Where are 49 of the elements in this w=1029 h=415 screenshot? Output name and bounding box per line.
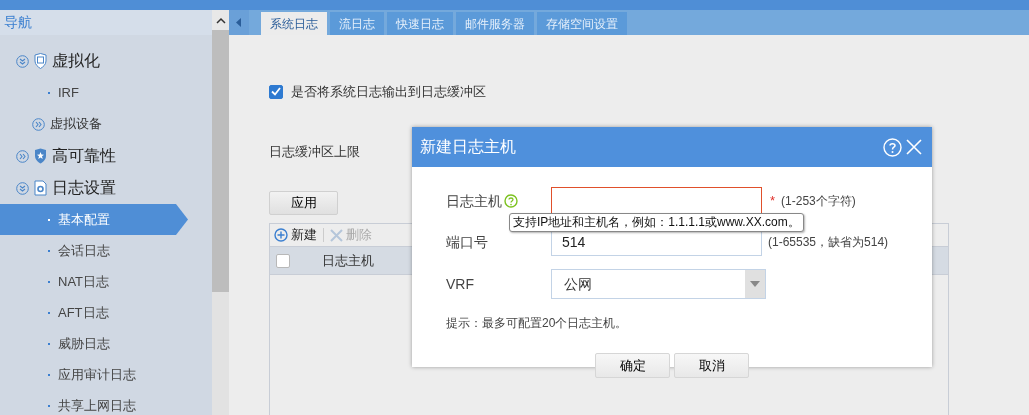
help-icon[interactable]	[504, 194, 518, 208]
required-mark: *	[770, 192, 776, 211]
field-label: 日志主机	[446, 191, 502, 211]
field-hint: (1-65535，缺省为514)	[768, 234, 889, 251]
apply-button[interactable]: 应用	[269, 191, 338, 215]
nav-item[interactable]: 应用审计日志	[0, 359, 188, 390]
caret-left-icon	[236, 18, 242, 27]
field-label: 端口号	[446, 232, 488, 252]
expand-right-icon[interactable]	[16, 149, 29, 163]
checkbox-label: 是否将系统日志输出到日志缓冲区	[291, 83, 486, 101]
nav-item[interactable]: IRF	[0, 77, 188, 108]
shield-icon	[34, 53, 47, 69]
dialog-title: 新建日志主机	[420, 137, 516, 157]
nav-group-label[interactable]: 虚拟化	[52, 49, 100, 73]
nav-item[interactable]: 会话日志	[0, 235, 188, 266]
plus-circle-icon	[274, 228, 288, 242]
field-hint: (1-253个字符)	[781, 193, 856, 210]
close-icon	[330, 228, 343, 242]
nav-group-label[interactable]: 日志设置	[52, 176, 116, 200]
document-gear-icon	[34, 180, 47, 196]
chevron-up-icon	[215, 16, 226, 24]
select-all-checkbox[interactable]	[276, 253, 290, 268]
close-icon[interactable]	[906, 139, 922, 155]
tab[interactable]: 系统日志	[261, 12, 327, 35]
nav-item[interactable]: 共享上网日志	[0, 390, 188, 415]
expand-down-icon[interactable]	[16, 181, 29, 195]
nav-item[interactable]: NAT日志	[0, 266, 188, 297]
select-field[interactable]: 公网	[551, 269, 766, 299]
scrollbar-thumb[interactable]	[212, 30, 229, 292]
tooltip: 支持IP地址和主机名，例如：1.1.1.1或www.XX.com。	[509, 213, 804, 232]
nav-item[interactable]: 威胁日志	[0, 328, 188, 359]
cancel-button[interactable]: 取消	[674, 353, 749, 378]
add-button[interactable]: 新建	[274, 225, 317, 245]
nav-group-label[interactable]: 高可靠性	[52, 144, 116, 168]
caret-icon	[750, 281, 760, 287]
scroll-up-button[interactable]	[212, 10, 229, 30]
navigation-title: 导航	[0, 10, 212, 35]
shield-icon	[34, 148, 47, 164]
expand-down-icon[interactable]	[16, 54, 29, 68]
input-field[interactable]	[551, 187, 762, 215]
checkbox[interactable]	[269, 84, 283, 99]
column-header: 日志主机	[322, 251, 374, 270]
field-label: VRF	[446, 274, 474, 294]
dialog-note: 提示：最多可配置20个日志主机。	[446, 315, 629, 332]
nav-subgroup-label[interactable]: 虚拟设备	[50, 114, 102, 134]
nav-item[interactable]: AFT日志	[0, 297, 188, 328]
field-label: 日志缓冲区上限	[269, 142, 360, 161]
expand-right-icon[interactable]	[32, 117, 45, 131]
confirm-button[interactable]: 确定	[595, 353, 670, 378]
